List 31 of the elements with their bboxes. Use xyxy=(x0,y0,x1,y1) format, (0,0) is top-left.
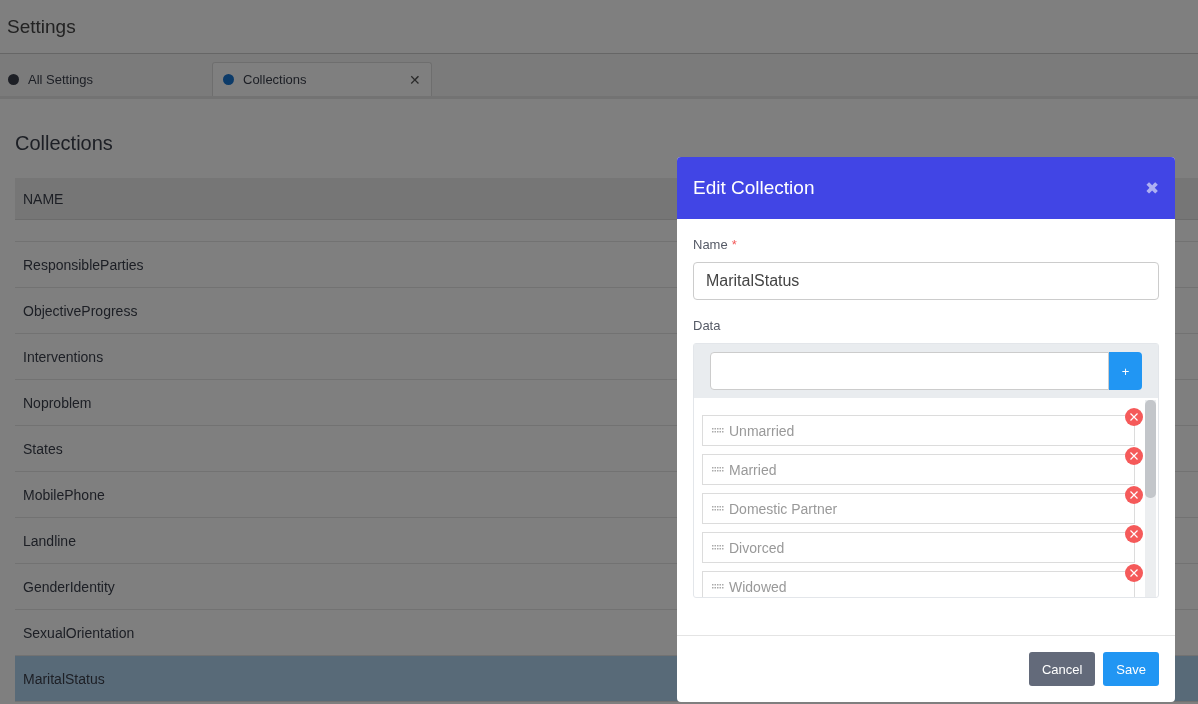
close-icon[interactable]: ✕ xyxy=(409,71,421,88)
page-title: Settings xyxy=(7,15,76,38)
remove-icon[interactable] xyxy=(1125,564,1143,582)
drag-handle-icon[interactable] xyxy=(712,506,724,511)
remove-icon[interactable] xyxy=(1125,408,1143,426)
close-icon[interactable]: ✖ xyxy=(1145,177,1159,199)
add-button[interactable]: + xyxy=(1109,352,1142,390)
section-title: Collections xyxy=(15,131,114,156)
tab-dot-icon xyxy=(8,73,19,85)
list-item[interactable]: Domestic Partner xyxy=(702,493,1135,524)
drag-handle-icon[interactable] xyxy=(712,545,724,550)
scrollbar[interactable] xyxy=(1145,400,1156,597)
save-button[interactable]: Save xyxy=(1103,652,1159,686)
column-header: NAME xyxy=(23,190,64,207)
cancel-button[interactable]: Cancel xyxy=(1028,652,1096,686)
input-field[interactable] xyxy=(710,352,1109,390)
field-label: Data xyxy=(693,318,722,333)
list-item[interactable]: Married xyxy=(702,454,1135,485)
drag-handle-icon[interactable] xyxy=(712,428,724,433)
remove-icon[interactable] xyxy=(1125,486,1143,504)
tab-dot-icon xyxy=(223,74,234,85)
remove-icon[interactable] xyxy=(1125,447,1143,465)
tab[interactable]: All Settings xyxy=(0,62,202,96)
list-item[interactable]: Divorced xyxy=(702,532,1135,563)
drag-handle-icon[interactable] xyxy=(712,584,724,589)
name-field[interactable]: MaritalStatus xyxy=(693,262,1159,300)
drag-handle-icon[interactable] xyxy=(712,467,724,472)
dialog-title: Edit Collection xyxy=(693,177,815,199)
tab[interactable]: Collections ✕ xyxy=(212,62,432,96)
list-item[interactable]: Unmarried xyxy=(702,415,1135,446)
remove-icon[interactable] xyxy=(1125,525,1143,543)
